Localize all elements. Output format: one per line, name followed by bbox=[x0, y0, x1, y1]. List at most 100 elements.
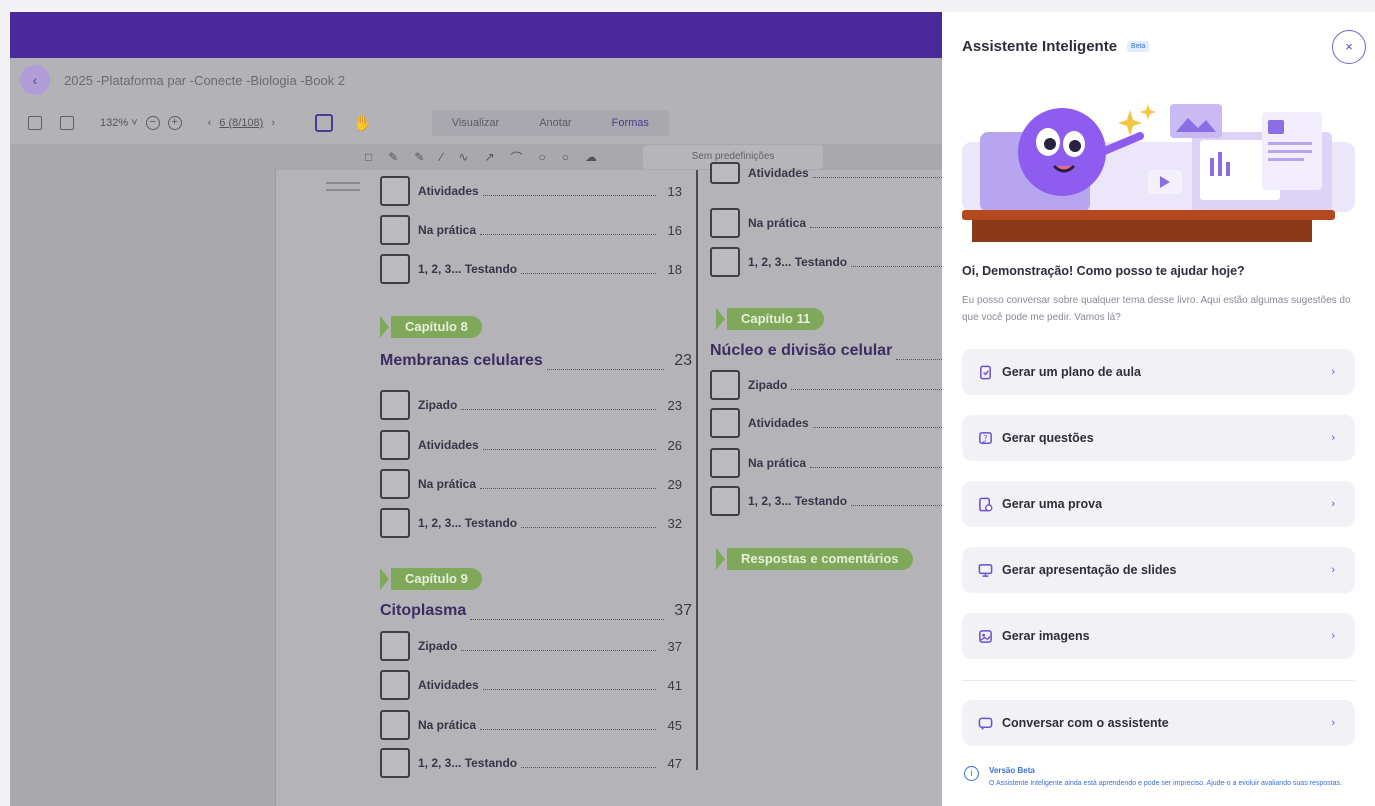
checkbox[interactable] bbox=[710, 486, 740, 516]
arc-icon[interactable]: ⌒ bbox=[511, 149, 523, 166]
toc-entry[interactable]: 1, 2, 3... Testando 32 bbox=[380, 508, 682, 538]
toc-entry[interactable]: Atividades 41 bbox=[380, 670, 682, 700]
chapter-title[interactable]: Membranas celulares 23 bbox=[380, 348, 692, 370]
assistant-illustration bbox=[962, 104, 1355, 242]
toc-entry[interactable]: 1, 2, 3... Testando bbox=[710, 247, 970, 277]
checkbox[interactable] bbox=[380, 710, 410, 740]
beta-notice: i Versão Beta O Assistente Inteligente a… bbox=[964, 766, 1359, 790]
checkbox[interactable] bbox=[380, 508, 410, 538]
chapter-pill: Capítulo 9 bbox=[380, 568, 482, 590]
zoom-in-icon[interactable]: + bbox=[167, 116, 182, 130]
tab-anotar[interactable]: Anotar bbox=[519, 117, 591, 129]
checkbox[interactable] bbox=[380, 670, 410, 700]
checkbox[interactable] bbox=[710, 162, 740, 184]
toc-entry[interactable]: Na prática 29 bbox=[380, 469, 682, 499]
toc-entry[interactable]: Atividades 26 bbox=[380, 430, 682, 460]
action-questions[interactable]: ? Gerar questões › bbox=[962, 415, 1355, 461]
panel-header: Assistente Inteligente Beta bbox=[962, 38, 1150, 55]
checkbox[interactable] bbox=[380, 176, 410, 206]
toc-entry[interactable]: Na prática bbox=[710, 448, 970, 478]
close-icon: × bbox=[1345, 39, 1353, 54]
pen-icon[interactable]: ✎ bbox=[388, 150, 398, 164]
toc-entry[interactable]: 1, 2, 3... Testando bbox=[710, 486, 970, 516]
freehand-icon[interactable]: ∿ bbox=[458, 150, 468, 164]
checkbox[interactable] bbox=[380, 748, 410, 778]
checkbox[interactable] bbox=[710, 208, 740, 238]
intro-text: Eu posso conversar sobre qualquer tema d… bbox=[962, 295, 1351, 323]
mode-tabs: Visualizar Anotar Formas bbox=[431, 110, 669, 136]
tab-visualizar[interactable]: Visualizar bbox=[432, 117, 520, 129]
checkbox[interactable] bbox=[380, 390, 410, 420]
arrow-icon[interactable]: ↗ bbox=[484, 150, 494, 164]
action-slides[interactable]: Gerar apresentação de slides › bbox=[962, 547, 1355, 593]
svg-text:?: ? bbox=[984, 433, 988, 442]
divider bbox=[962, 680, 1355, 681]
toc-entry[interactable]: Zipado bbox=[710, 370, 970, 400]
highlighter-icon[interactable]: ✎ bbox=[414, 150, 424, 164]
page-icon[interactable] bbox=[60, 116, 74, 130]
chapter-pill: Capítulo 8 bbox=[380, 316, 482, 338]
zoom-out-icon[interactable]: − bbox=[145, 116, 160, 130]
checkbox[interactable] bbox=[710, 370, 740, 400]
ellipse-icon[interactable]: ○ bbox=[562, 150, 569, 164]
tab-formas[interactable]: Formas bbox=[592, 117, 669, 129]
zoom-select[interactable]: 132% ˅ bbox=[100, 117, 138, 129]
checkbox[interactable] bbox=[380, 254, 410, 284]
beta-notice-title: Versão Beta bbox=[989, 766, 1035, 775]
chevron-right-icon: › bbox=[1331, 564, 1335, 576]
line-icon[interactable]: ∕ bbox=[440, 150, 442, 164]
toc-entry[interactable]: Atividades bbox=[710, 408, 970, 438]
back-button[interactable]: ‹ bbox=[20, 65, 50, 95]
chevron-left-icon: ‹ bbox=[32, 72, 38, 88]
toc-entry[interactable]: Atividades bbox=[710, 162, 970, 184]
beta-notice-text: O Assistente Inteligente ainda está apre… bbox=[989, 780, 1342, 787]
beta-badge: Beta bbox=[1127, 41, 1150, 52]
checkbox[interactable] bbox=[380, 469, 410, 499]
checkbox[interactable] bbox=[380, 215, 410, 245]
toc-entry[interactable]: Na prática 16 bbox=[380, 215, 682, 245]
chevron-right-icon: › bbox=[1331, 366, 1335, 378]
info-icon: i bbox=[964, 766, 979, 781]
action-exam[interactable]: Gerar uma prova › bbox=[962, 481, 1355, 527]
action-lesson-plan[interactable]: Gerar um plano de aula › bbox=[962, 349, 1355, 395]
chapter-title[interactable]: Citoplasma 37 bbox=[380, 598, 692, 620]
toc-entry[interactable]: Zipado 37 bbox=[380, 631, 682, 661]
checkbox[interactable] bbox=[710, 247, 740, 277]
circle-icon[interactable]: ○ bbox=[539, 150, 546, 164]
hand-tool-icon[interactable]: ✋ bbox=[353, 114, 372, 132]
chevron-right-icon: › bbox=[1331, 432, 1335, 444]
document-title: 2025 -Plataforma par -Conecte -Biologia … bbox=[64, 72, 346, 88]
action-images[interactable]: Gerar imagens › bbox=[962, 613, 1355, 659]
page-indicator[interactable]: 6 (8/108) bbox=[219, 117, 263, 129]
chevron-right-icon: › bbox=[1331, 717, 1335, 729]
next-page-icon[interactable]: › bbox=[271, 117, 275, 129]
toc-entry[interactable]: Na prática 45 bbox=[380, 710, 682, 740]
prev-page-icon[interactable]: ‹ bbox=[208, 117, 212, 129]
rectangle-icon[interactable]: □ bbox=[365, 150, 372, 164]
assistant-panel: Assistente Inteligente Beta × Oi, Demons… bbox=[942, 12, 1375, 806]
sidebar-toggle-icon[interactable] bbox=[28, 116, 42, 130]
toc-entry[interactable]: Na prática bbox=[710, 208, 970, 238]
checkbox[interactable] bbox=[710, 408, 740, 438]
chapter-title[interactable]: Núcleo e divisão celular bbox=[710, 338, 970, 360]
checkbox[interactable] bbox=[380, 430, 410, 460]
exam-icon bbox=[979, 497, 993, 511]
chat-icon bbox=[978, 717, 993, 730]
document-icon bbox=[980, 365, 991, 379]
chevron-right-icon: › bbox=[1331, 630, 1335, 642]
question-icon: ? bbox=[979, 431, 992, 444]
cloud-icon[interactable]: ☁ bbox=[585, 150, 597, 164]
checkbox[interactable] bbox=[380, 631, 410, 661]
column-divider bbox=[696, 170, 698, 770]
toc-entry[interactable]: 1, 2, 3... Testando 18 bbox=[380, 254, 682, 284]
toc-entry[interactable]: Atividades 13 bbox=[380, 176, 682, 206]
chapter-pill: Capítulo 11 bbox=[716, 308, 825, 330]
action-chat[interactable]: Conversar com o assistente › bbox=[962, 700, 1355, 746]
select-tool-icon[interactable] bbox=[315, 114, 333, 132]
close-button[interactable]: × bbox=[1332, 30, 1366, 64]
checkbox[interactable] bbox=[710, 448, 740, 478]
chevron-right-icon: › bbox=[1331, 498, 1335, 510]
page-menu-icon bbox=[326, 182, 360, 196]
toc-entry[interactable]: Zipado 23 bbox=[380, 390, 682, 420]
toc-entry[interactable]: 1, 2, 3... Testando 47 bbox=[380, 748, 682, 778]
